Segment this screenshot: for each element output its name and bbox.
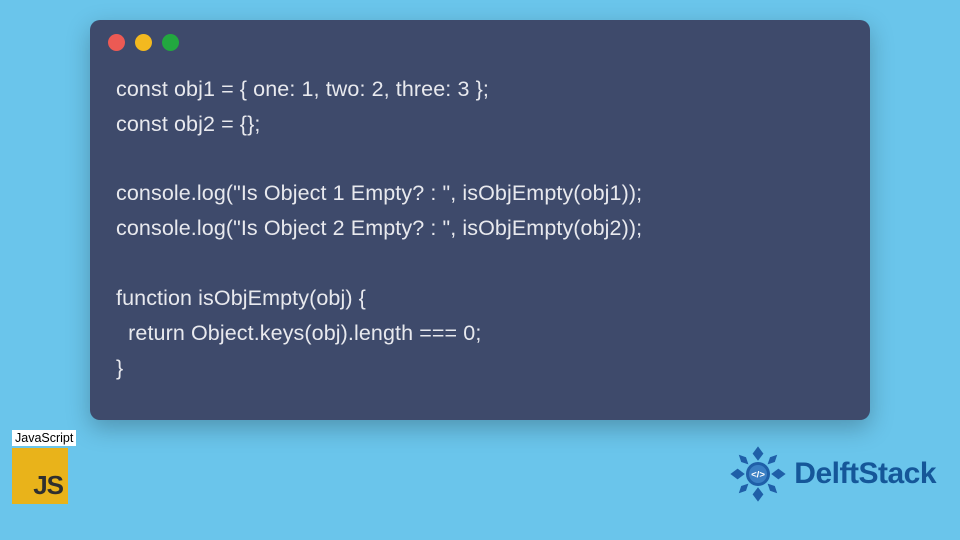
minimize-icon[interactable]: [135, 34, 152, 51]
brand-logo-icon: </>: [728, 444, 788, 504]
javascript-badge: JavaScript JS: [12, 429, 78, 504]
maximize-icon[interactable]: [162, 34, 179, 51]
code-window: const obj1 = { one: 1, two: 2, three: 3 …: [90, 20, 870, 420]
code-block: const obj1 = { one: 1, two: 2, three: 3 …: [90, 64, 870, 405]
javascript-logo-icon: JS: [12, 448, 68, 504]
window-titlebar: [90, 20, 870, 64]
javascript-logo-text: JS: [33, 470, 63, 501]
javascript-label: JavaScript: [12, 430, 76, 446]
brand-name: DelftStack: [794, 457, 936, 491]
svg-text:</>: </>: [751, 470, 765, 481]
brand: </> DelftStack: [728, 444, 936, 504]
close-icon[interactable]: [108, 34, 125, 51]
